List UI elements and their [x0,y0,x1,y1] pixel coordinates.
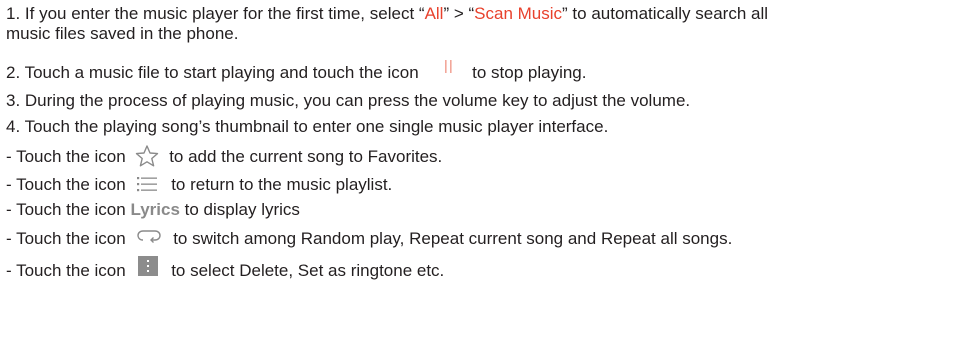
step-2-line: 2. Touch a music file to start playing a… [6,59,587,84]
lyrics-before: - Touch the icon [6,200,126,219]
step-3-text: 3. During the process of playing music, … [6,91,691,110]
all-label: All [424,4,444,23]
step-1-prefix: 1. If you enter the music player for the… [6,4,425,23]
step-1-continuation: music files saved in the phone. [6,24,239,43]
menu-before: - Touch the icon [6,261,126,280]
menu-after: to select Delete, Set as ringtone etc. [171,261,445,280]
star-icon [130,144,164,168]
step-2-before: 2. Touch a music file to start playing a… [6,63,419,82]
step-1-separator: ” > “ [443,4,475,23]
step-1-line-2: music files saved in the phone. [6,24,238,44]
step-4-line: 4. Touch the playing song’s thumbnail to… [6,117,608,137]
favorites-before: - Touch the icon [6,147,126,166]
repeat-after: to switch among Random play, Repeat curr… [173,229,733,248]
more-vertical-icon [130,255,166,282]
playlist-bullet: - Touch the icon to return to the music … [6,175,392,196]
menu-bullet: - Touch the icon to select Delete, Set a… [6,255,445,282]
lyrics-bullet: - Touch the icon Lyrics to display lyric… [6,200,300,220]
repeat-before: - Touch the icon [6,229,126,248]
repeat-bullet: - Touch the icon to switch among Random … [6,229,732,250]
pause-icon [423,59,467,84]
step-1-line-1: 1. If you enter the music player for the… [6,4,768,24]
favorites-bullet: - Touch the icon to add the current song… [6,144,443,168]
lyrics-label: Lyrics [130,200,180,219]
playlist-after: to return to the music playlist. [171,175,393,194]
step-2-after: to stop playing. [472,63,587,82]
scan-music-label: Scan Music [474,4,563,23]
playlist-before: - Touch the icon [6,175,126,194]
favorites-after: to add the current song to Favorites. [169,147,443,166]
step-3-line: 3. During the process of playing music, … [6,91,690,111]
step-4-text: 4. Touch the playing song’s thumbnail to… [6,117,609,136]
lyrics-after: to display lyrics [184,200,300,219]
list-icon [130,176,166,196]
step-1-suffix: ” to automatically search all [562,4,769,23]
repeat-icon [130,229,168,250]
